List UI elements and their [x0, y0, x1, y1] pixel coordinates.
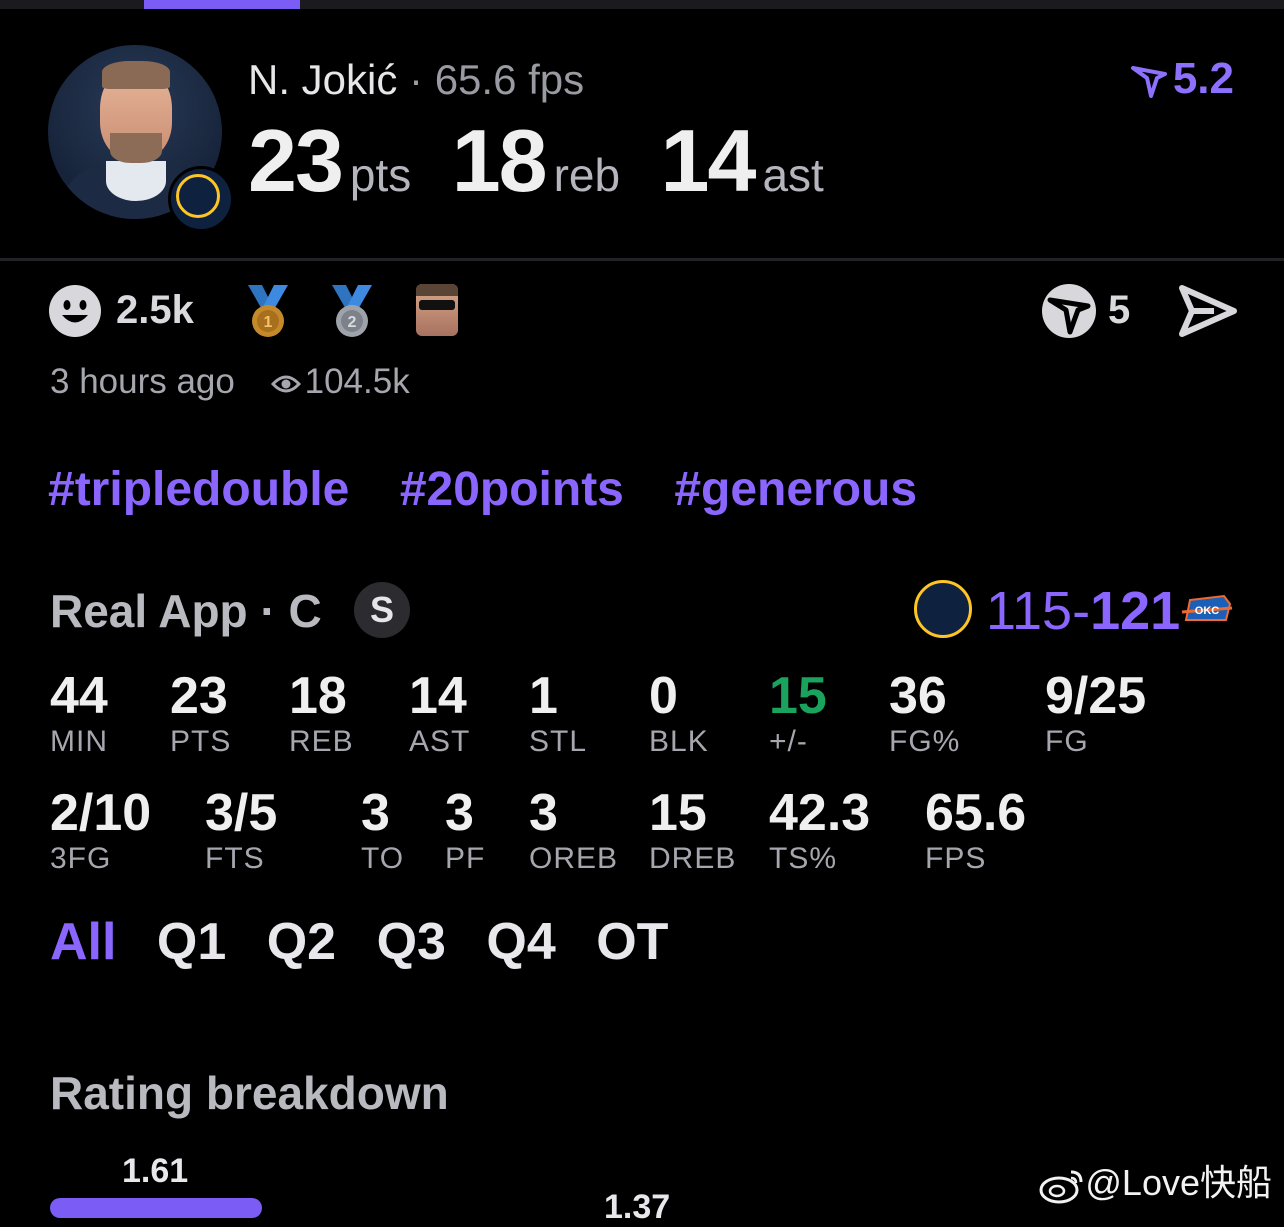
stat-to: 3 TO	[361, 784, 405, 875]
tab-q1[interactable]: Q1	[157, 913, 226, 971]
stat-3fg: 2/10 3FG	[50, 784, 152, 875]
name-separator: ·	[409, 56, 424, 103]
smiley-reaction-icon[interactable]	[48, 284, 102, 338]
rebounds-value: 18	[451, 111, 548, 210]
watermark-text: @Love快船	[1085, 1162, 1272, 1203]
stat-reb: 18 REB	[289, 667, 354, 758]
nuggets-logo-icon	[168, 166, 234, 232]
headline-stats: 23 pts 18 reb 14 ast	[248, 110, 860, 212]
share-send-icon[interactable]	[1178, 284, 1238, 338]
score-away: 121	[1090, 581, 1181, 641]
thunder-logo-icon: OKC	[1181, 594, 1233, 621]
hashtag-tripledouble[interactable]: #tripledouble	[48, 463, 349, 516]
rating-breakdown-title: Rating breakdown	[50, 1067, 449, 1119]
stat-pf: 3 PF	[445, 784, 486, 875]
period-tabs: All Q1 Q2 Q3 Q4 OT	[50, 912, 704, 972]
rating-logo-icon	[1130, 66, 1167, 99]
breakdown-value-1: 1.61	[122, 1152, 189, 1190]
hashtag-20points[interactable]: #20points	[400, 463, 624, 516]
vote-logo-icon[interactable]	[1040, 282, 1098, 340]
stat-dreb: 15 DREB	[649, 784, 737, 875]
sunglasses-face-sticker-icon[interactable]	[416, 284, 458, 336]
vote-count: 5	[1108, 288, 1131, 332]
section-divider	[0, 258, 1284, 261]
nuggets-score-logo-icon	[914, 580, 972, 638]
tab-q3[interactable]: Q3	[377, 913, 446, 971]
points-value: 23	[248, 111, 344, 210]
breakdown-bar-1	[50, 1198, 262, 1218]
rating-value: 5.2	[1172, 54, 1234, 103]
stat-plus-minus: 15 +/-	[769, 667, 827, 758]
avatar-beard	[110, 133, 162, 163]
score-dash: -	[1072, 581, 1091, 641]
eye-icon	[270, 375, 301, 393]
points-label: pts	[349, 149, 412, 201]
view-count: 104.5k	[304, 362, 410, 401]
stat-fg-pct: 36 FG%	[889, 667, 961, 758]
stat-stl: 1 STL	[529, 667, 588, 758]
silver-medal-icon[interactable]: 2	[328, 283, 376, 339]
silver-medal-number: 2	[348, 314, 357, 331]
stat-fts: 3/5 FTS	[205, 784, 278, 875]
stat-blk: 0 BLK	[649, 667, 709, 758]
assists-label: ast	[762, 149, 824, 201]
top-tab-strip	[0, 0, 1284, 9]
hashtag-generous[interactable]: #generous	[674, 463, 917, 516]
rating-badge[interactable]: 5.2	[1130, 54, 1234, 104]
stat-fg: 9/25 FG	[1045, 667, 1147, 758]
tab-ot[interactable]: OT	[596, 913, 668, 971]
active-tab-indicator	[144, 0, 300, 9]
breakdown-value-2: 1.37	[604, 1188, 671, 1226]
tab-q2[interactable]: Q2	[267, 913, 336, 971]
rebounds-label: reb	[553, 149, 621, 201]
game-source-title: Real App · C	[50, 585, 322, 637]
avatar-collar	[106, 161, 166, 201]
tab-all[interactable]: All	[50, 913, 116, 971]
reaction-count: 2.5k	[116, 288, 194, 332]
weibo-logo-icon	[1039, 1170, 1083, 1204]
post-meta: 3 hours ago 104.5k	[50, 362, 410, 402]
okc-logo-text: OKC	[1195, 605, 1220, 617]
stat-oreb: 3 OREB	[529, 784, 619, 875]
assists-value: 14	[660, 111, 757, 210]
score-home: 115	[986, 581, 1073, 641]
player-name-line: N. Jokić · 65.6 fps	[248, 56, 584, 104]
stat-ts-pct: 42.3 TS%	[769, 784, 871, 875]
stat-min: 44 MIN	[50, 667, 108, 758]
avatar-hair	[102, 61, 170, 89]
player-fps: 65.6 fps	[434, 56, 585, 103]
stat-pts: 23 PTS	[170, 667, 232, 758]
game-score[interactable]: 115-121	[986, 580, 1180, 642]
tab-q4[interactable]: Q4	[486, 913, 555, 971]
gold-medal-icon[interactable]: 1	[244, 283, 292, 339]
gold-medal-number: 1	[264, 314, 273, 331]
weibo-watermark: @Love快船	[1039, 1154, 1272, 1206]
s-badge[interactable]: S	[354, 582, 410, 638]
stat-ast: 14 AST	[409, 667, 471, 758]
time-ago: 3 hours ago	[50, 362, 235, 401]
player-name[interactable]: N. Jokić	[248, 56, 397, 103]
stat-fps: 65.6 FPS	[925, 784, 1027, 875]
hashtag-list: #tripledouble #20points #generous	[48, 462, 963, 517]
